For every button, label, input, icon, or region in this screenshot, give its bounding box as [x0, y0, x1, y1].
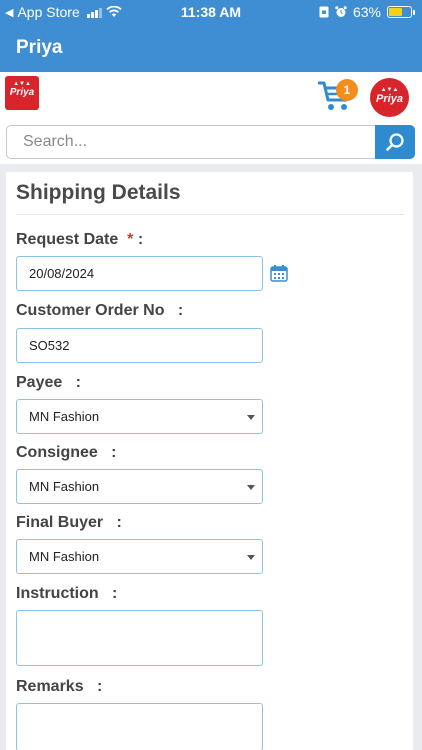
- label-colon: :: [116, 514, 122, 531]
- label-colon: :: [137, 231, 144, 248]
- status-right: 63%: [319, 4, 415, 20]
- request-date-field[interactable]: 20/08/2024: [16, 256, 263, 291]
- request-date-label: Request Date * :: [16, 231, 143, 249]
- payee-label-text: Payee: [16, 374, 63, 391]
- label-colon: :: [75, 374, 81, 391]
- required-mark: *: [127, 231, 134, 248]
- request-date-label-text: Request Date: [16, 231, 119, 248]
- final-buyer-label: Final Buyer :: [16, 514, 122, 532]
- customer-order-field[interactable]: SO532: [16, 328, 263, 363]
- status-bar: ◀ App Store 11:38 AM 63%: [0, 0, 422, 24]
- customer-order-label: Customer Order No :: [16, 302, 183, 320]
- instruction-label: Instruction :: [16, 585, 117, 603]
- app-title: Priya: [16, 37, 63, 58]
- brand-logo[interactable]: ▲▼▲ Priya: [5, 76, 39, 110]
- label-colon: :: [177, 302, 184, 319]
- header: ▲▼▲ Priya: [0, 72, 422, 120]
- section-title: Shipping Details: [16, 181, 181, 204]
- remarks-label-text: Remarks: [16, 678, 84, 695]
- calendar-icon[interactable]: [270, 264, 288, 282]
- lock-rotation-icon: [319, 6, 329, 18]
- label-colon: :: [111, 444, 117, 461]
- shipping-details-card: Shipping Details Request Date * : 20/08/…: [6, 172, 413, 750]
- payee-select[interactable]: MN Fashion: [16, 399, 263, 434]
- customer-order-label-text: Customer Order No: [16, 302, 165, 319]
- consignee-label: Consignee :: [16, 444, 116, 462]
- final-buyer-label-text: Final Buyer: [16, 514, 104, 531]
- divider: [16, 214, 404, 215]
- search-icon: [386, 133, 404, 151]
- battery-level: [389, 8, 403, 16]
- battery-percent: 63%: [352, 4, 381, 20]
- logo-wordmark: Priya: [9, 87, 35, 98]
- label-colon: :: [112, 585, 118, 602]
- consignee-label-text: Consignee: [16, 444, 98, 461]
- app-title-bar: Priya: [0, 24, 422, 72]
- cart-count-badge[interactable]: 1: [336, 79, 358, 101]
- remarks-textarea[interactable]: [16, 703, 263, 750]
- remarks-label: Remarks :: [16, 678, 102, 696]
- instruction-textarea[interactable]: [16, 610, 263, 666]
- logo-wordmark: Priya: [376, 93, 403, 105]
- search-input[interactable]: [6, 125, 375, 159]
- payee-label: Payee :: [16, 374, 81, 392]
- instruction-label-text: Instruction: [16, 585, 99, 602]
- final-buyer-select[interactable]: MN Fashion: [16, 539, 263, 574]
- battery-icon: [387, 6, 415, 18]
- profile-brand-logo[interactable]: ▲▼▲ Priya: [370, 78, 409, 117]
- search-bar: [0, 120, 422, 164]
- label-colon: :: [96, 678, 103, 695]
- alarm-icon: [335, 6, 347, 17]
- search-button[interactable]: [375, 125, 415, 159]
- consignee-select[interactable]: MN Fashion: [16, 469, 263, 504]
